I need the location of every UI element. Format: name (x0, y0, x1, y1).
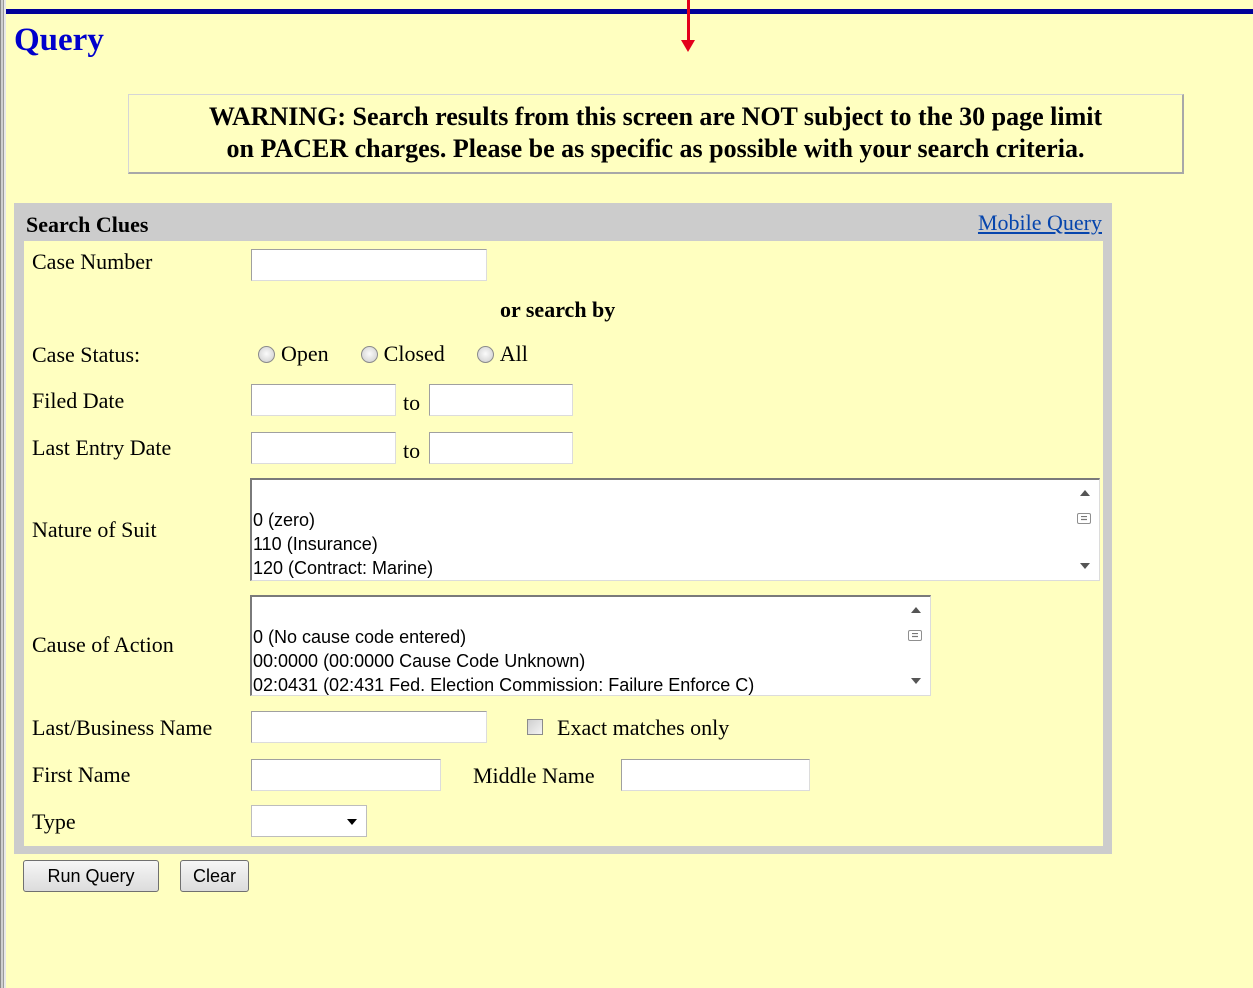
scroll-down-icon[interactable] (1080, 563, 1090, 569)
list-item[interactable]: 110 (Insurance) (252, 532, 1069, 556)
warning-line-2: on PACER charges. Please be as specific … (226, 134, 1085, 163)
scroll-down-icon[interactable] (911, 678, 921, 684)
or-search-by-label: or search by (500, 297, 616, 322)
exact-matches-checkbox[interactable] (527, 719, 543, 735)
scroll-grip-icon[interactable] (908, 630, 922, 641)
scroll-up-icon[interactable] (1080, 490, 1090, 496)
radio-open[interactable] (258, 345, 275, 363)
nature-of-suit-label: Nature of Suit (32, 517, 157, 542)
radio-closed-label: Closed (383, 341, 445, 366)
cause-of-action-scrollbar[interactable] (902, 597, 930, 695)
case-status-all-option[interactable]: All (476, 341, 528, 367)
case-status-label: Case Status: (32, 342, 141, 367)
case-status-radio-group: Open Closed All (258, 341, 560, 367)
last-entry-date-from-input[interactable] (251, 432, 396, 464)
cause-of-action-label: Cause of Action (32, 632, 174, 657)
chevron-down-icon[interactable] (347, 819, 357, 825)
annotation-arrow-icon (687, 0, 690, 42)
last-business-name-label: Last/Business Name (32, 715, 213, 740)
first-name-input[interactable] (251, 759, 441, 791)
first-name-label: First Name (32, 762, 131, 787)
type-label: Type (32, 809, 76, 834)
annotation-arrow-head-icon (681, 40, 695, 52)
last-entry-date-to-label: to (403, 438, 421, 463)
last-entry-date-label: Last Entry Date (32, 435, 172, 460)
page-title: Query (14, 22, 104, 58)
clear-button[interactable]: Clear (180, 860, 249, 892)
radio-open-label: Open (281, 341, 329, 366)
last-business-name-input[interactable] (251, 711, 487, 743)
case-number-label: Case Number (32, 249, 153, 274)
last-entry-date-to-input[interactable] (429, 432, 573, 464)
list-item[interactable]: 0 (No cause code entered) (252, 625, 900, 649)
list-item[interactable]: 00:0000 (00:0000 Cause Code Unknown) (252, 649, 900, 673)
middle-name-input[interactable] (621, 759, 810, 791)
nature-of-suit-listbox[interactable]: 0 (zero) 110 (Insurance) 120 (Contract: … (250, 478, 1100, 581)
exact-matches-label: Exact matches only (557, 715, 730, 740)
radio-all[interactable] (476, 345, 494, 363)
case-number-input[interactable] (251, 249, 487, 281)
mobile-query-link[interactable]: Mobile Query (978, 210, 1102, 236)
list-item[interactable]: 02:0431 (02:431 Fed. Election Commission… (252, 673, 900, 695)
radio-closed[interactable] (360, 345, 378, 363)
nature-of-suit-scrollbar[interactable] (1071, 480, 1099, 580)
scroll-up-icon[interactable] (911, 607, 921, 613)
filed-date-from-input[interactable] (251, 384, 396, 416)
middle-name-label: Middle Name (473, 763, 595, 788)
list-item[interactable]: 120 (Contract: Marine) (252, 556, 1069, 580)
search-clues-title: Search Clues (26, 212, 149, 237)
scroll-grip-icon[interactable] (1077, 513, 1091, 524)
top-rule (6, 9, 1253, 14)
case-status-closed-option[interactable]: Closed (360, 341, 445, 367)
warning-line-1: WARNING: Search results from this screen… (208, 102, 1103, 131)
run-query-button[interactable]: Run Query (23, 860, 159, 892)
window-left-edge (0, 0, 6, 988)
radio-all-label: All (499, 341, 528, 366)
type-select[interactable] (251, 805, 367, 837)
case-status-open-option[interactable]: Open (258, 341, 329, 367)
filed-date-to-label: to (403, 390, 421, 415)
filed-date-label: Filed Date (32, 388, 125, 413)
filed-date-to-input[interactable] (429, 384, 573, 416)
warning-box: WARNING: Search results from this screen… (128, 94, 1184, 174)
cause-of-action-listbox[interactable]: 0 (No cause code entered) 00:0000 (00:00… (250, 595, 931, 696)
list-item[interactable]: 0 (zero) (252, 508, 1069, 532)
